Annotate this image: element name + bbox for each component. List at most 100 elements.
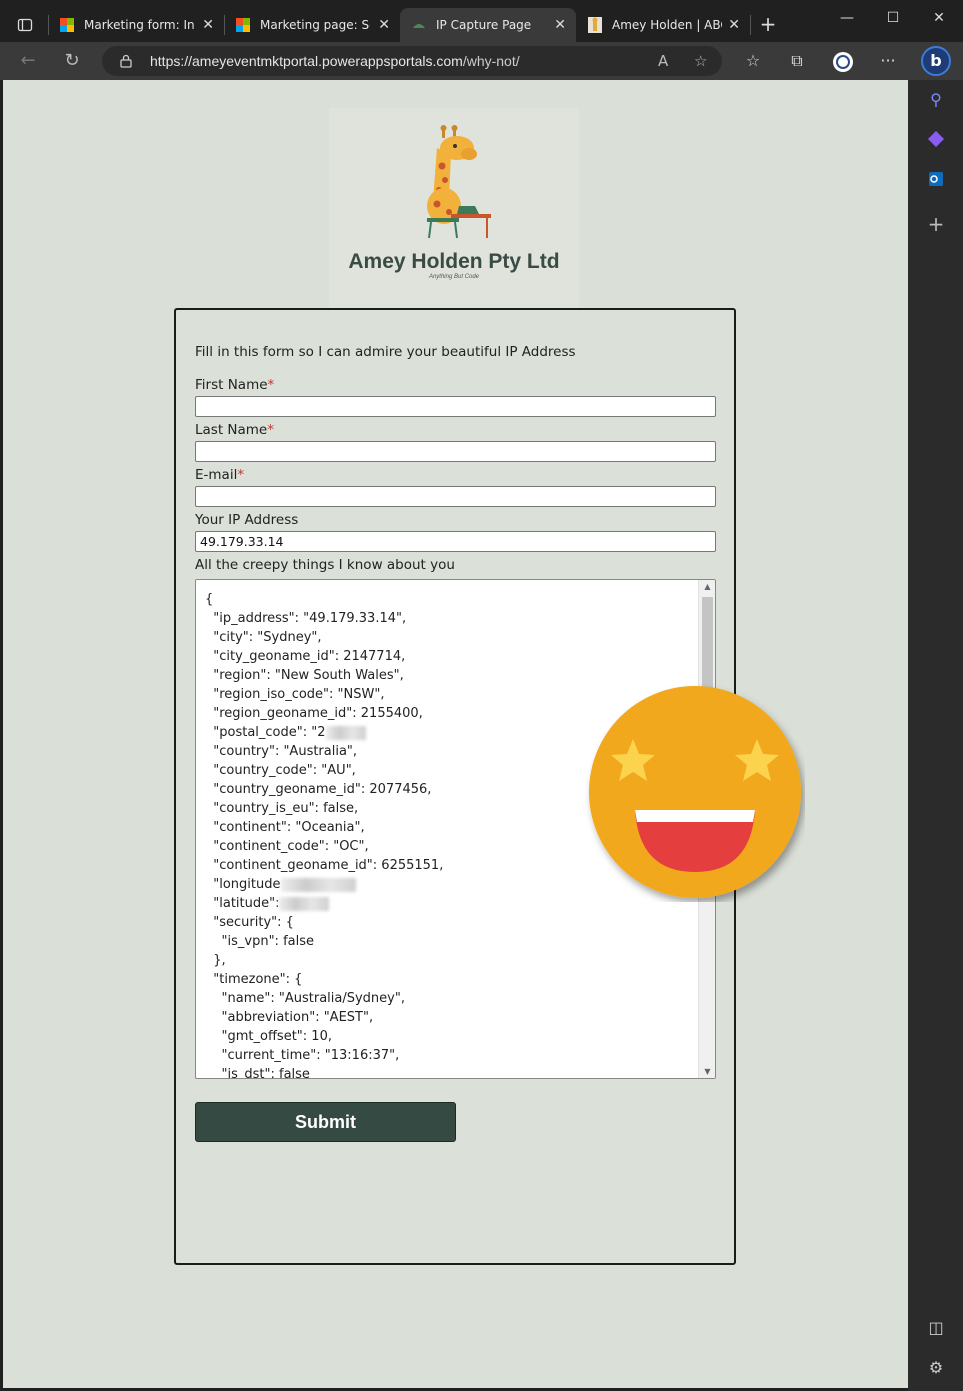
first-name-input[interactable] [195, 396, 716, 417]
tab-actions-icon[interactable] [12, 12, 38, 38]
json-line: "ip_address": "49.179.33.14", [205, 609, 443, 628]
scroll-up-icon[interactable]: ▲ [699, 582, 715, 591]
tab-separator [750, 15, 751, 35]
refresh-icon[interactable]: ↻ [60, 50, 84, 72]
json-line: "city_geoname_id": 2147714, [205, 647, 443, 666]
site-logo-icon [413, 24, 425, 28]
giraffe-logo-image [427, 125, 491, 239]
json-line-text: "city_geoname_id": 2147714, [205, 649, 406, 664]
submit-button[interactable]: Submit [195, 1102, 456, 1142]
maximize-icon[interactable]: ☐ [878, 10, 908, 26]
settings-gear-icon[interactable]: ⚙ [924, 1356, 948, 1380]
json-line: "region_geoname_id": 2155400, [205, 704, 443, 723]
json-line-text: "region_iso_code": "NSW", [205, 687, 385, 702]
json-line: "city": "Sydney", [205, 628, 443, 647]
json-line: "country_code": "AU", [205, 761, 443, 780]
favorites-icon[interactable]: ☆ [741, 51, 765, 70]
close-icon[interactable]: ✕ [202, 17, 214, 33]
star-eyes-emoji-icon [589, 686, 801, 898]
json-line-text: "country": "Australia", [205, 744, 358, 759]
json-line: "country_geoname_id": 2077456, [205, 780, 443, 799]
label-text: Last Name [195, 422, 268, 438]
json-line: "region": "New South Wales", [205, 666, 443, 685]
required-mark: * [237, 467, 245, 483]
url-host: https://ameyeventmktportal.powerappsport… [150, 53, 463, 69]
copilot-icon[interactable] [924, 130, 948, 154]
json-line-text: "country_is_eu": false, [205, 801, 359, 816]
collections-icon[interactable]: ⧉ [785, 51, 809, 71]
json-line: "longitude [205, 875, 443, 894]
profile-avatar-icon[interactable] [831, 51, 855, 77]
json-line: "continent_geoname_id": 6255151, [205, 856, 443, 875]
back-arrow-icon[interactable]: ← [16, 50, 40, 72]
first-name-label: First Name* [195, 377, 274, 393]
search-icon[interactable]: ⚲ [924, 88, 948, 112]
add-sidebar-app-icon[interactable]: + [924, 212, 948, 236]
ip-address-input[interactable]: 49.179.33.14 [195, 531, 716, 552]
scroll-down-icon[interactable]: ▼ [699, 1067, 715, 1076]
json-line: "continent_code": "OC", [205, 837, 443, 856]
close-icon[interactable]: ✕ [554, 17, 566, 33]
json-line-text: "country_geoname_id": 2077456, [205, 782, 432, 797]
more-menu-icon[interactable]: ··· [876, 51, 900, 70]
redacted-blur [325, 725, 366, 740]
url-path: /why-not/ [462, 53, 520, 69]
last-name-label: Last Name* [195, 422, 274, 438]
company-logo: Amey Holden Pty Ltd Anything But Code [329, 108, 579, 308]
json-line: "abbreviation": "AEST", [205, 1008, 443, 1027]
email-label: E-mail* [195, 467, 244, 483]
json-line: "current_time": "13:16:37", [205, 1046, 443, 1065]
json-line: "name": "Australia/Sydney", [205, 989, 443, 1008]
json-line: "is_dst": false [205, 1065, 443, 1079]
address-bar[interactable]: https://ameyeventmktportal.powerappsport… [102, 46, 722, 76]
new-tab-icon[interactable]: + [756, 12, 780, 36]
email-input[interactable] [195, 486, 716, 507]
add-favorite-icon[interactable]: ☆ [694, 52, 707, 70]
tab-ip-capture-page[interactable]: IP Capture Page ✕ [400, 8, 576, 42]
tab-marketing-form[interactable]: Marketing form: Info ✕ [48, 8, 224, 42]
tab-title: Marketing form: Info [84, 18, 194, 32]
json-line-text: "latitude": [205, 896, 280, 911]
url-text[interactable]: https://ameyeventmktportal.powerappsport… [150, 53, 520, 69]
json-line-text: "is_vpn": false [205, 934, 314, 949]
tab-title: Marketing page: Setu [260, 18, 370, 32]
outlook-icon[interactable] [924, 170, 948, 194]
redacted-blur [280, 877, 356, 892]
tab-marketing-page[interactable]: Marketing page: Setu ✕ [224, 8, 400, 42]
minimize-icon[interactable]: — [832, 10, 862, 26]
json-line-text: "continent_code": "OC", [205, 839, 369, 854]
json-line-text: }, [205, 953, 226, 968]
last-name-input[interactable] [195, 441, 716, 462]
json-line-text: "current_time": "13:16:37", [205, 1048, 400, 1063]
json-line-text: { [205, 592, 214, 607]
json-line: "continent": "Oceania", [205, 818, 443, 837]
close-window-icon[interactable]: ✕ [924, 10, 954, 26]
giraffe-favicon-icon [588, 17, 602, 33]
json-line: "latitude": [205, 894, 443, 913]
json-line-text: "continent": "Oceania", [205, 820, 365, 835]
tab-bar: Marketing form: Info ✕ Marketing page: S… [0, 0, 963, 42]
json-line: { [205, 590, 443, 609]
json-line-text: "country_code": "AU", [205, 763, 356, 778]
ip-address-label: Your IP Address [195, 512, 299, 528]
lock-icon[interactable] [120, 54, 132, 68]
tab-amey-holden[interactable]: Amey Holden | ABC l ✕ [576, 8, 750, 42]
creepy-info-label: All the creepy things I know about you [195, 557, 455, 573]
read-aloud-icon[interactable]: A [658, 52, 668, 70]
close-icon[interactable]: ✕ [378, 17, 390, 33]
required-mark: * [267, 377, 275, 393]
json-line-text: "security": { [205, 915, 294, 930]
hide-sidebar-icon[interactable]: ◫ [924, 1316, 948, 1340]
json-line: }, [205, 951, 443, 970]
json-line-text: "name": "Australia/Sydney", [205, 991, 405, 1006]
close-icon[interactable]: ✕ [728, 17, 740, 33]
label-text: First Name [195, 377, 268, 393]
json-line: "is_vpn": false [205, 932, 443, 951]
json-line-text: "is_dst": false [205, 1067, 310, 1079]
microsoft-logo-icon [60, 18, 74, 32]
bing-chat-icon[interactable]: b [921, 46, 951, 76]
json-line-text: "city": "Sydney", [205, 630, 322, 645]
json-line: "region_iso_code": "NSW", [205, 685, 443, 704]
json-line-text: "longitude [205, 877, 281, 892]
edge-sidebar [908, 80, 963, 1391]
